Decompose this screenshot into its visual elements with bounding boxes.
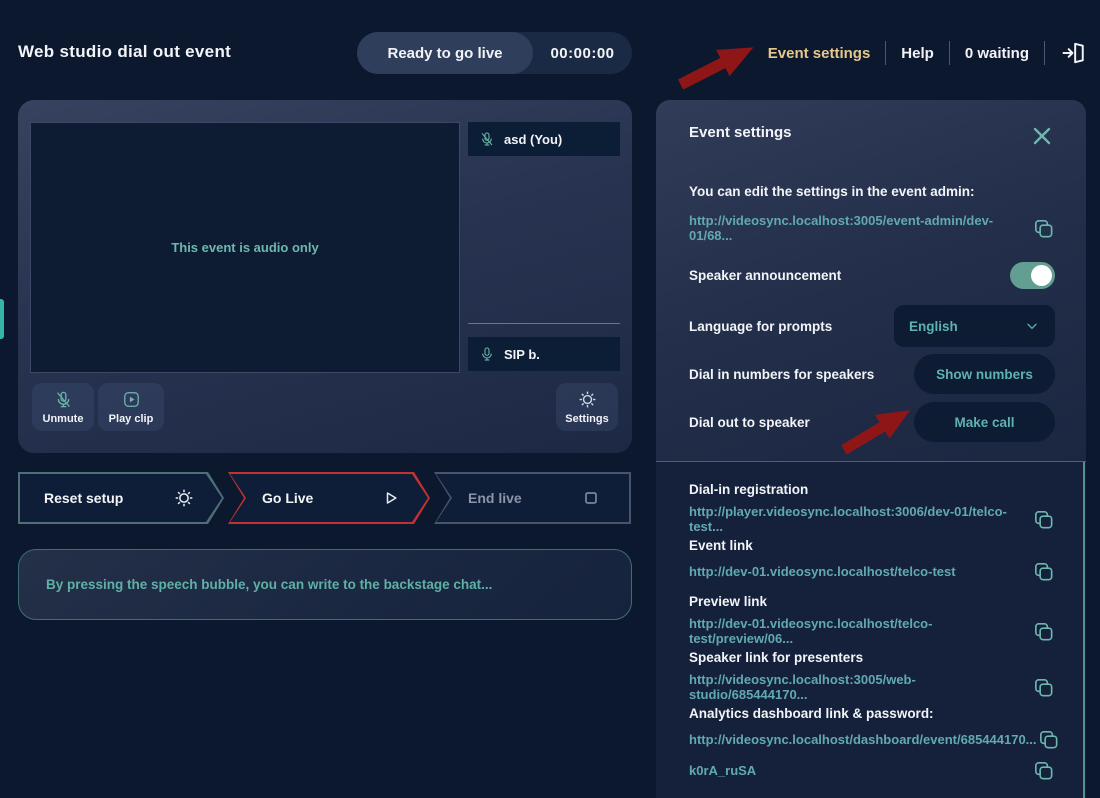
go-live-button[interactable]: Go Live bbox=[228, 472, 430, 524]
gear-icon bbox=[578, 390, 597, 409]
link-group-analytics-dashboard: Analytics dashboard link & password: htt… bbox=[689, 706, 1055, 751]
nav-event-settings[interactable]: Event settings bbox=[768, 45, 871, 62]
end-live-label: End live bbox=[468, 490, 522, 506]
nav-divider bbox=[949, 41, 950, 65]
nav-divider bbox=[885, 41, 886, 65]
live-status-label: Ready to go live bbox=[357, 32, 533, 74]
copy-icon[interactable] bbox=[1032, 676, 1055, 699]
page-title: Web studio dial out event bbox=[18, 42, 231, 62]
copy-icon[interactable] bbox=[1032, 620, 1055, 643]
audio-only-message: This event is audio only bbox=[171, 240, 318, 255]
speaker-announcement-label: Speaker announcement bbox=[689, 268, 841, 283]
stage-settings-button[interactable]: Settings bbox=[556, 383, 618, 431]
link-url[interactable]: http://dev-01.videosync.localhost/telco-… bbox=[689, 616, 1032, 646]
dial-in-numbers-label: Dial in numbers for speakers bbox=[689, 367, 874, 382]
logout-door-icon[interactable] bbox=[1060, 40, 1086, 66]
participant-name: asd (You) bbox=[504, 132, 562, 147]
participant-tile-self[interactable]: asd (You) bbox=[468, 122, 620, 156]
link-label: Analytics dashboard link & password: bbox=[689, 706, 1055, 721]
link-group-preview-link: Preview link http://dev-01.videosync.loc… bbox=[689, 594, 1055, 646]
link-label: Preview link bbox=[689, 594, 1055, 609]
dashboard-password: k0rA_ruSA bbox=[689, 763, 756, 778]
live-status-pill: Ready to go live 00:00:00 bbox=[357, 32, 632, 74]
video-preview: This event is audio only bbox=[30, 122, 460, 373]
panel-links-section: Dial-in registration http://player.video… bbox=[656, 462, 1086, 798]
sidebar-handle[interactable] bbox=[0, 299, 4, 339]
reset-setup-button[interactable]: Reset setup bbox=[18, 472, 224, 524]
link-label: Dial-in registration bbox=[689, 482, 1055, 497]
language-value: English bbox=[909, 319, 958, 334]
admin-link[interactable]: http://videosync.localhost:3005/event-ad… bbox=[689, 213, 1032, 243]
close-icon[interactable] bbox=[1030, 124, 1054, 148]
go-live-label: Go Live bbox=[262, 490, 313, 506]
link-url[interactable]: http://videosync.localhost:3005/web-stud… bbox=[689, 672, 1032, 702]
link-url[interactable]: http://dev-01.videosync.localhost/telco-… bbox=[689, 564, 956, 579]
chat-hint: By pressing the speech bubble, you can w… bbox=[46, 577, 492, 592]
chevron-down-icon bbox=[1024, 318, 1040, 334]
copy-icon[interactable] bbox=[1032, 217, 1055, 240]
link-label: Event link bbox=[689, 538, 1055, 553]
settings-label: Settings bbox=[565, 413, 608, 425]
panel-title: Event settings bbox=[689, 124, 792, 141]
unmute-label: Unmute bbox=[43, 413, 84, 425]
link-url[interactable]: http://videosync.localhost/dashboard/eve… bbox=[689, 732, 1037, 747]
link-group-dial-in-registration: Dial-in registration http://player.video… bbox=[689, 482, 1055, 534]
copy-icon[interactable] bbox=[1032, 508, 1055, 531]
copy-icon[interactable] bbox=[1032, 759, 1055, 782]
link-group-speaker-link: Speaker link for presenters http://video… bbox=[689, 650, 1055, 702]
panel-scrollbar[interactable] bbox=[1083, 462, 1085, 798]
panel-top-section: Event settings You can edit the settings… bbox=[656, 100, 1086, 462]
link-group-event-link: Event link http://dev-01.videosync.local… bbox=[689, 538, 1055, 583]
participant-divider bbox=[468, 323, 620, 324]
nav-waiting-count[interactable]: 0 waiting bbox=[965, 45, 1029, 62]
nav-divider bbox=[1044, 41, 1045, 65]
speaker-announcement-toggle[interactable] bbox=[1010, 262, 1055, 289]
play-clip-button[interactable]: Play clip bbox=[98, 383, 164, 431]
end-live-button[interactable]: End live bbox=[434, 472, 631, 524]
dial-out-label: Dial out to speaker bbox=[689, 415, 810, 430]
show-numbers-button[interactable]: Show numbers bbox=[914, 354, 1055, 394]
link-url[interactable]: http://player.videosync.localhost:3006/d… bbox=[689, 504, 1032, 534]
participant-name: SIP b. bbox=[504, 347, 540, 362]
stage-panel: This event is audio only asd (You) SIP b… bbox=[18, 100, 632, 453]
copy-icon[interactable] bbox=[1037, 728, 1060, 751]
gear-icon bbox=[174, 488, 194, 508]
language-select[interactable]: English bbox=[894, 305, 1055, 347]
play-icon bbox=[380, 488, 400, 508]
dashboard-password-row: k0rA_ruSA bbox=[689, 759, 1055, 782]
play-clip-icon bbox=[122, 390, 141, 409]
admin-hint: You can edit the settings in the event a… bbox=[689, 184, 975, 199]
play-clip-label: Play clip bbox=[109, 413, 154, 425]
copy-icon[interactable] bbox=[1032, 560, 1055, 583]
link-label: Speaker link for presenters bbox=[689, 650, 1055, 665]
unmute-button[interactable]: Unmute bbox=[32, 383, 94, 431]
toggle-knob bbox=[1031, 265, 1052, 286]
mic-muted-icon bbox=[479, 131, 495, 147]
live-timer: 00:00:00 bbox=[533, 45, 632, 62]
nav-help[interactable]: Help bbox=[901, 45, 934, 62]
backstage-chat-box[interactable]: By pressing the speech bubble, you can w… bbox=[18, 549, 632, 620]
annotation-arrow-event-settings bbox=[672, 31, 761, 100]
reset-setup-label: Reset setup bbox=[44, 490, 123, 506]
mic-icon bbox=[479, 346, 495, 362]
language-prompts-label: Language for prompts bbox=[689, 319, 832, 334]
top-nav: Event settings Help 0 waiting bbox=[768, 36, 1086, 70]
make-call-button[interactable]: Make call bbox=[914, 402, 1055, 442]
stop-icon bbox=[581, 488, 601, 508]
mic-muted-icon bbox=[54, 390, 73, 409]
participant-tile-sip[interactable]: SIP b. bbox=[468, 337, 620, 371]
